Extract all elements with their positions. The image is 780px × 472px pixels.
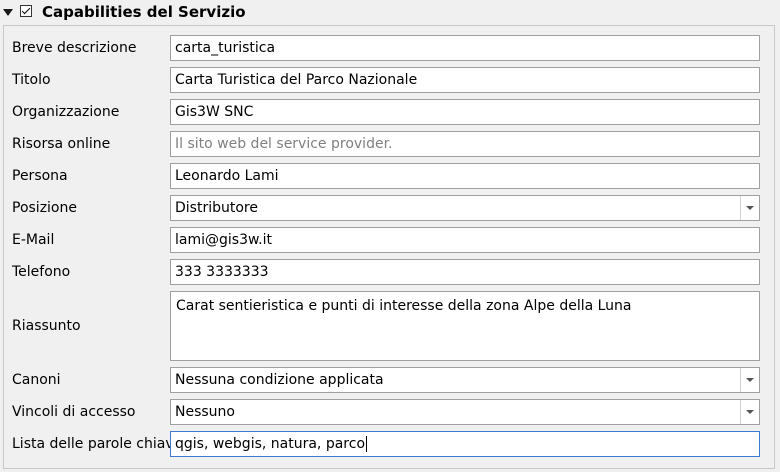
label-email: E-Mail bbox=[12, 232, 55, 248]
text-cursor bbox=[366, 436, 368, 452]
group-checkbox[interactable] bbox=[20, 5, 32, 17]
breve-descrizione-input[interactable]: carta_turistica bbox=[170, 35, 760, 61]
label-telefono: Telefono bbox=[12, 264, 71, 280]
label-vincoli-accesso: Vincoli di accesso bbox=[12, 404, 136, 420]
email-input[interactable]: lami@gis3w.it bbox=[170, 227, 760, 253]
vincoli-accesso-value: Nessuno bbox=[175, 404, 235, 420]
group-title: Capabilities del Servizio bbox=[42, 3, 246, 21]
label-posizione: Posizione bbox=[12, 200, 77, 216]
posizione-value: Distributore bbox=[175, 200, 258, 216]
label-risorsa-online: Risorsa online bbox=[12, 136, 111, 152]
organizzazione-input[interactable]: Gis3W SNC bbox=[170, 99, 760, 125]
label-persona: Persona bbox=[12, 168, 68, 184]
label-breve-descrizione: Breve descrizione bbox=[12, 40, 137, 56]
parole-chiave-input[interactable]: qgis, webgis, natura, parco bbox=[170, 431, 760, 457]
label-canoni: Canoni bbox=[12, 372, 61, 388]
telefono-input[interactable]: 333 3333333 bbox=[170, 259, 760, 285]
parole-chiave-value: qgis, webgis, natura, parco bbox=[175, 436, 366, 452]
collapse-arrow-icon[interactable] bbox=[3, 9, 13, 16]
label-titolo: Titolo bbox=[12, 72, 51, 88]
posizione-select[interactable]: Distributore bbox=[170, 195, 760, 221]
label-organizzazione: Organizzazione bbox=[12, 104, 120, 120]
group-header: Capabilities del Servizio bbox=[0, 0, 780, 26]
canoni-value: Nessuna condizione applicata bbox=[175, 372, 384, 388]
label-parole-chiave: Lista delle parole chiave bbox=[12, 436, 183, 452]
riassunto-textarea[interactable]: Carat sentieristica e punti di interesse… bbox=[170, 291, 760, 361]
chevron-down-icon[interactable] bbox=[740, 400, 759, 424]
chevron-down-icon[interactable] bbox=[740, 196, 759, 220]
titolo-input[interactable]: Carta Turistica del Parco Nazionale bbox=[170, 67, 760, 93]
label-riassunto: Riassunto bbox=[12, 318, 81, 334]
persona-input[interactable]: Leonardo Lami bbox=[170, 163, 760, 189]
canoni-select[interactable]: Nessuna condizione applicata bbox=[170, 367, 760, 393]
vincoli-accesso-select[interactable]: Nessuno bbox=[170, 399, 760, 425]
risorsa-online-input[interactable]: Il sito web del service provider. bbox=[170, 131, 760, 157]
chevron-down-icon[interactable] bbox=[740, 368, 759, 392]
